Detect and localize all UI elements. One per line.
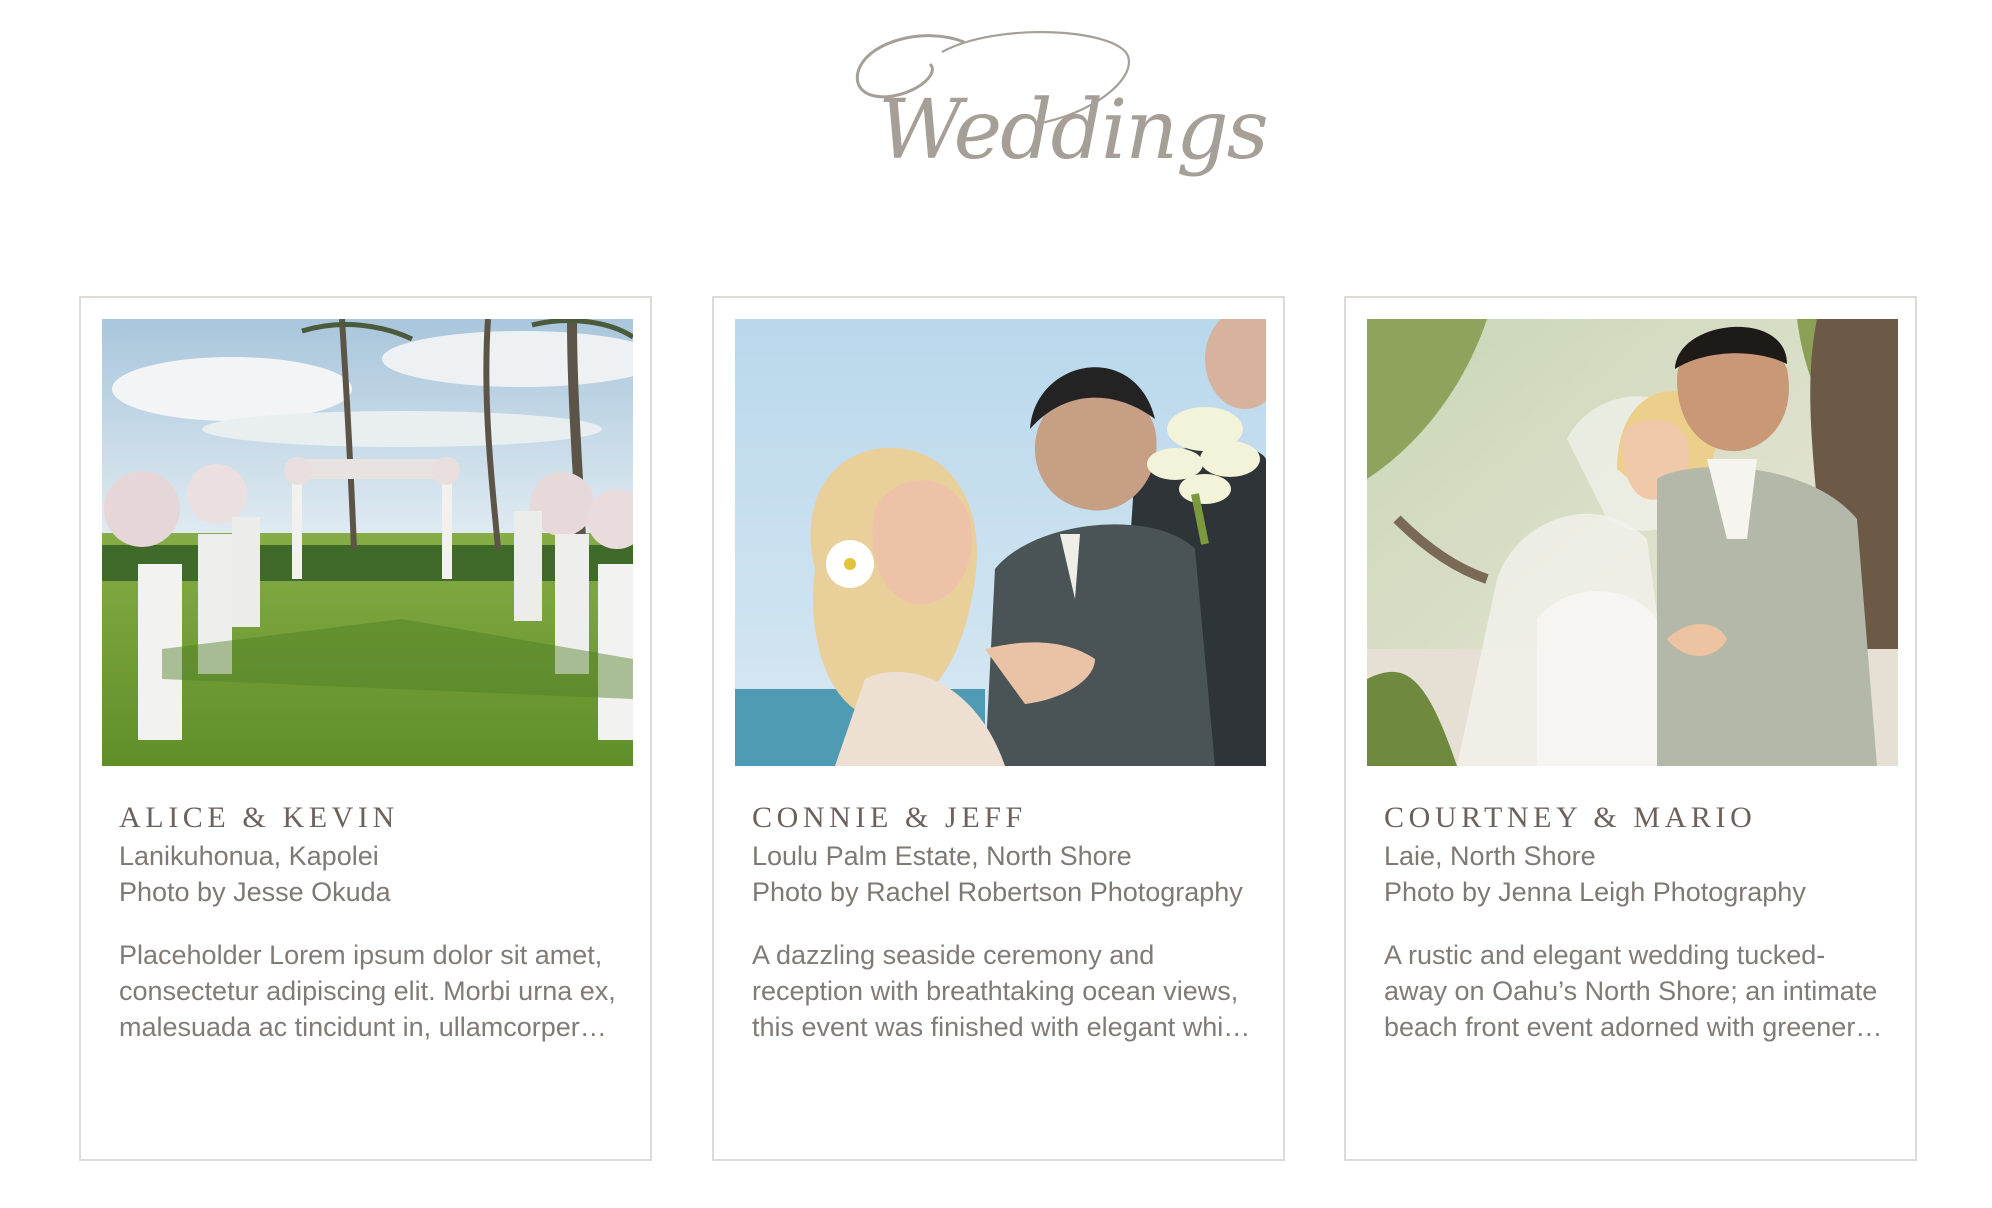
wedding-card-text: COURTNEY & MARIO Laie, North Shore Photo… [1384, 798, 1886, 1045]
couple-names: COURTNEY & MARIO [1384, 801, 1757, 834]
wedding-photo-seaside-kiss[interactable] [735, 319, 1266, 766]
wedding-card-text: ALICE & KEVIN Lanikuhonua, Kapolei Photo… [119, 798, 621, 1045]
wedding-card-text: CONNIE & JEFF Loulu Palm Estate, North S… [752, 798, 1254, 1045]
photo-credit: Photo by Rachel Robertson Photography [752, 877, 1243, 907]
wedding-photo-beach-couple[interactable] [1367, 319, 1898, 766]
photo-credit: Photo by Jesse Okuda [119, 877, 391, 907]
weddings-grid: ALICE & KEVIN Lanikuhonua, Kapolei Photo… [79, 296, 1921, 1163]
page-title: Weddings [855, 30, 1269, 178]
couple-names: ALICE & KEVIN [119, 801, 399, 834]
couple-names: CONNIE & JEFF [752, 801, 1027, 834]
photo-credit: Photo by Jenna Leigh Photography [1384, 877, 1806, 907]
wedding-photo-garden-ceremony[interactable] [102, 319, 633, 766]
page-header: Weddings [0, 0, 1992, 230]
venue: Lanikuhonua, Kapolei [119, 841, 379, 871]
venue: Laie, North Shore [1384, 841, 1596, 871]
wedding-card-courtney-mario[interactable]: COURTNEY & MARIO Laie, North Shore Photo… [1344, 296, 1917, 1161]
wedding-card-alice-kevin[interactable]: ALICE & KEVIN Lanikuhonua, Kapolei Photo… [79, 296, 652, 1161]
wedding-card-connie-jeff[interactable]: CONNIE & JEFF Loulu Palm Estate, North S… [712, 296, 1285, 1161]
wedding-description: A rustic and elegant wedding tucked-away… [1384, 940, 1878, 1042]
wedding-description: Placeholder Lorem ipsum dolor sit amet, … [119, 940, 616, 1042]
page-title-text: Weddings [878, 83, 1267, 178]
venue: Loulu Palm Estate, North Shore [752, 841, 1132, 871]
wedding-description: A dazzling seaside ceremony and receptio… [752, 940, 1246, 1042]
